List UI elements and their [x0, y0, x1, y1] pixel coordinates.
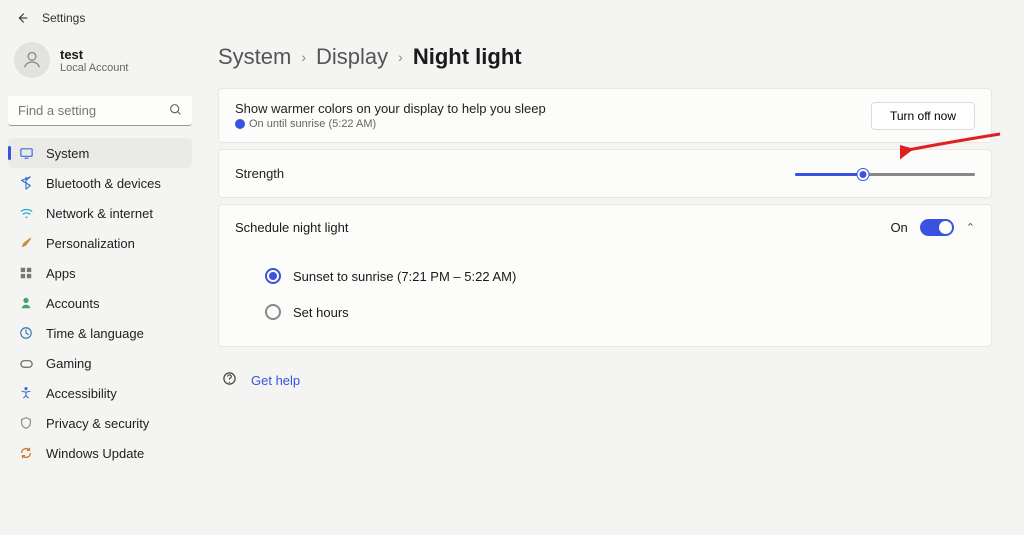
nav-label: Network & internet: [46, 206, 153, 221]
gaming-icon: [18, 355, 34, 371]
nightlight-desc: Show warmer colors on your display to he…: [235, 101, 546, 116]
chevron-right-icon: ›: [301, 49, 306, 65]
turn-off-button[interactable]: Turn off now: [871, 102, 975, 130]
account-subtitle: Local Account: [60, 62, 129, 74]
nav-bluetooth[interactable]: Bluetooth & devices: [8, 168, 192, 198]
bluetooth-icon: [18, 175, 34, 191]
nav-system[interactable]: System: [8, 138, 192, 168]
radio-icon: [265, 304, 281, 320]
status-dot-icon: [235, 119, 245, 129]
nav-privacy[interactable]: Privacy & security: [8, 408, 192, 438]
help-row: Get help: [218, 353, 992, 407]
strength-slider[interactable]: [795, 168, 975, 180]
avatar: [14, 42, 50, 78]
chevron-right-icon: ›: [398, 49, 403, 65]
clock-globe-icon: [18, 325, 34, 341]
chevron-up-icon[interactable]: ⌃: [966, 221, 975, 234]
app-title: Settings: [42, 11, 85, 25]
nav-label: Bluetooth & devices: [46, 176, 161, 191]
radio-icon: [265, 268, 281, 284]
nav-accessibility[interactable]: Accessibility: [8, 378, 192, 408]
nav-label: Accounts: [46, 296, 99, 311]
schedule-label: Schedule night light: [235, 220, 348, 235]
nav-network[interactable]: Network & internet: [8, 198, 192, 228]
wifi-icon: [18, 205, 34, 221]
update-icon: [18, 445, 34, 461]
nav-apps[interactable]: Apps: [8, 258, 192, 288]
nav-label: Time & language: [46, 326, 144, 341]
help-icon: [222, 371, 237, 389]
schedule-toggle[interactable]: [920, 219, 954, 236]
shield-icon: [18, 415, 34, 431]
radio-set-hours[interactable]: Set hours: [259, 294, 951, 330]
person-icon: [18, 295, 34, 311]
nav-accounts[interactable]: Accounts: [8, 288, 192, 318]
account-name: test: [60, 47, 129, 62]
slider-thumb[interactable]: [858, 169, 869, 180]
nightlight-status: On until sunrise (5:22 AM): [235, 118, 546, 130]
search-icon: [169, 103, 182, 119]
get-help-link[interactable]: Get help: [251, 373, 300, 388]
apps-icon: [18, 265, 34, 281]
search-input[interactable]: [8, 96, 192, 126]
nav-timelang[interactable]: Time & language: [8, 318, 192, 348]
brush-icon: [18, 235, 34, 251]
system-icon: [18, 145, 34, 161]
main-content: System › Display › Night light Show warm…: [200, 36, 1024, 468]
nav-label: Accessibility: [46, 386, 117, 401]
schedule-state: On: [890, 220, 907, 235]
back-button[interactable]: [14, 10, 30, 26]
radio-label: Sunset to sunrise (7:21 PM – 5:22 AM): [293, 269, 516, 284]
nav-label: Privacy & security: [46, 416, 149, 431]
radio-sunset-sunrise[interactable]: Sunset to sunrise (7:21 PM – 5:22 AM): [259, 258, 951, 294]
nav-gaming[interactable]: Gaming: [8, 348, 192, 378]
sidebar: test Local Account System Bluetooth & de…: [0, 36, 200, 468]
crumb-system[interactable]: System: [218, 44, 291, 70]
nav-label: Gaming: [46, 356, 92, 371]
nav-update[interactable]: Windows Update: [8, 438, 192, 468]
nav-label: System: [46, 146, 89, 161]
nav-label: Personalization: [46, 236, 135, 251]
nav-label: Windows Update: [46, 446, 144, 461]
strength-label: Strength: [235, 166, 284, 181]
crumb-display[interactable]: Display: [316, 44, 388, 70]
account-block[interactable]: test Local Account: [8, 36, 192, 92]
accessibility-icon: [18, 385, 34, 401]
nav-label: Apps: [46, 266, 76, 281]
breadcrumb: System › Display › Night light: [218, 44, 992, 70]
crumb-current: Night light: [413, 44, 522, 70]
nav-personalization[interactable]: Personalization: [8, 228, 192, 258]
radio-label: Set hours: [293, 305, 349, 320]
